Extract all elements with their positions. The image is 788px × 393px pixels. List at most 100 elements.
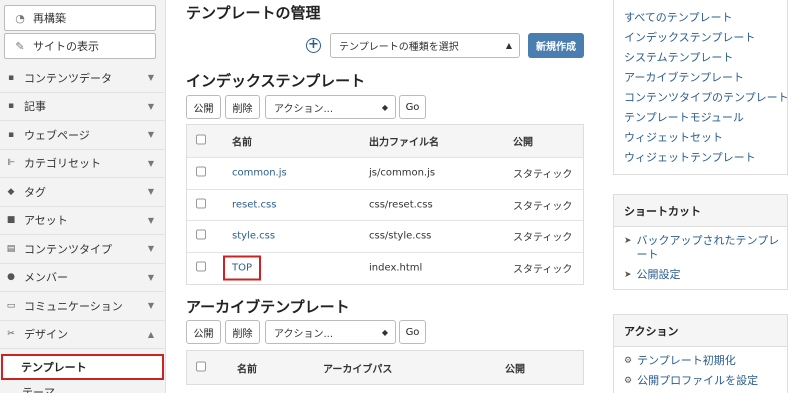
chevron-down-icon: ▼ — [147, 187, 154, 196]
chevron-right-circle-icon: ➤ — [624, 236, 632, 246]
row-checkbox[interactable] — [196, 166, 206, 180]
publish-type: スタティック — [513, 264, 573, 276]
column-header-name: 名前 — [232, 137, 252, 149]
category-icon: ⊩ — [7, 158, 15, 169]
template-name-link-top[interactable]: TOP — [223, 255, 262, 281]
link-all-templates[interactable]: すべてのテンプレート — [614, 8, 787, 28]
sidebar-item-category-sets[interactable]: ⊩ カテゴリセット ▼ — [0, 150, 166, 178]
table-row: reset.css css/reset.css スタティック — [187, 190, 583, 221]
row-checkbox[interactable] — [196, 261, 206, 275]
template-init-link[interactable]: ⚙ テンプレート初期化 — [614, 351, 787, 371]
select-all-checkbox[interactable] — [196, 134, 206, 148]
shortcut-title: ショートカット — [614, 195, 787, 227]
table-row: TOP index.html スタティック — [187, 253, 583, 285]
archive-delete-button[interactable]: 削除 — [225, 320, 260, 344]
table-row: common.js js/common.js スタティック — [187, 158, 583, 190]
sidebar-item-assets[interactable]: ■ アセット ▼ — [0, 207, 166, 235]
index-templates-title: インデックステンプレート — [186, 72, 366, 90]
user-icon: ● — [7, 272, 15, 283]
link-index-templates[interactable]: インデックステンプレート — [614, 28, 787, 48]
content-type-icon: ▤ — [6, 243, 16, 254]
publish-profile-link[interactable]: ⚙ 公開プロファイルを設定 — [614, 371, 787, 391]
index-go-button[interactable]: Go — [399, 95, 426, 119]
archive-action-select[interactable]: アクション... ◆ — [265, 320, 396, 344]
template-type-select-value: テンプレートの種類を選択 — [339, 42, 459, 53]
row-checkbox[interactable] — [196, 229, 206, 243]
sidebar-item-label: コンテンツデータ — [24, 71, 112, 85]
index-delete-button[interactable]: 削除 — [225, 95, 260, 119]
link-system-templates[interactable]: システムテンプレート — [614, 48, 787, 68]
chevron-down-icon: ▼ — [147, 73, 154, 82]
publish-type: スタティック — [513, 169, 573, 181]
template-init-label: テンプレート初期化 — [637, 354, 736, 367]
archive-publish-button[interactable]: 公開 — [186, 320, 221, 344]
link-widget-templates[interactable]: ウィジェットテンプレート — [614, 148, 787, 168]
sidebar-item-label: ウェブページ — [24, 128, 90, 142]
archive-go-button[interactable]: Go — [399, 320, 426, 344]
archive-action-select-value: アクション... — [274, 328, 334, 340]
index-templates-table: 名前 出力ファイル名 公開 common.js js/common.js スタテ… — [186, 124, 584, 285]
row-checkbox[interactable] — [196, 198, 206, 211]
sidebar-item-label: 記事 — [24, 100, 46, 114]
shortcut-publish-settings-link[interactable]: ➤ 公開設定 — [614, 265, 787, 285]
sidebar: ◔ 再構築 ✎ サイトの表示 ▪ コンテンツデータ ▼ ▪ 記事 ▼ ▪ ウェブ… — [0, 0, 166, 393]
link-archive-templates[interactable]: アーカイブテンプレート — [614, 68, 787, 88]
sidebar-subitem-themes[interactable]: テーマ — [22, 384, 55, 393]
rebuild-button[interactable]: ◔ 再構築 — [4, 5, 156, 31]
chevron-down-icon: ▼ — [147, 101, 154, 111]
sidebar-item-entries[interactable]: ▪ 記事 ▼ — [0, 93, 166, 121]
sidebar-item-content-types[interactable]: ▤ コンテンツタイプ ▼ — [0, 235, 166, 264]
select-all-checkbox[interactable] — [196, 361, 206, 374]
index-publish-button[interactable]: 公開 — [186, 95, 221, 119]
sidebar-item-pages[interactable]: ▪ ウェブページ ▼ — [0, 121, 166, 150]
sidebar-item-label: タグ — [24, 185, 46, 199]
sidebar-item-tags[interactable]: ◆ タグ ▼ — [0, 178, 166, 207]
rebuild-label: 再構築 — [33, 12, 66, 25]
shortcut-backup-link[interactable]: ➤ バックアップされたテンプレート — [614, 231, 787, 265]
view-site-label: サイトの表示 — [33, 40, 99, 53]
index-action-select-value: アクション... — [274, 103, 334, 115]
action-panel: アクション ⚙ テンプレート初期化 ⚙ 公開プロファイルを設定 — [613, 314, 788, 393]
template-name-link[interactable]: common.js — [232, 168, 287, 179]
edit-icon: ✎ — [15, 39, 25, 53]
sidebar-item-label: メンバー — [24, 271, 68, 285]
create-new-button[interactable]: 新規作成 — [528, 33, 584, 58]
sidebar-subitem-templates[interactable]: テンプレート — [1, 354, 164, 380]
template-name-link[interactable]: style.css — [232, 231, 275, 242]
link-widget-sets[interactable]: ウィジェットセット — [614, 128, 787, 148]
link-template-modules[interactable]: テンプレートモジュール — [614, 108, 787, 128]
template-name-link[interactable]: reset.css — [232, 199, 276, 210]
shortcut-publish-label: 公開設定 — [636, 268, 681, 281]
column-header-publish: 公開 — [513, 137, 533, 149]
view-site-button[interactable]: ✎ サイトの表示 — [4, 33, 156, 59]
template-type-select[interactable]: テンプレートの種類を選択 ▲ — [330, 33, 520, 58]
sidebar-item-label: コンテンツタイプ — [24, 242, 112, 256]
sidebar-item-content-data[interactable]: ▪ コンテンツデータ ▼ — [0, 64, 166, 93]
publish-profile-label: 公開プロファイルを設定 — [637, 374, 759, 387]
chevron-up-icon: ▲ — [147, 329, 154, 339]
add-circle-icon[interactable]: + — [306, 38, 321, 53]
index-action-select[interactable]: アクション... ◆ — [265, 95, 396, 119]
rebuild-icon: ◔ — [15, 11, 25, 25]
chevron-down-icon: ▼ — [147, 158, 154, 168]
column-header-name: 名前 — [237, 364, 257, 375]
column-header-publish: 公開 — [505, 364, 525, 375]
chevron-down-icon: ▼ — [147, 301, 154, 310]
chevron-down-icon: ▼ — [147, 244, 154, 253]
link-content-type-templates[interactable]: コンテンツタイプのテンプレート — [614, 88, 788, 108]
entries-icon: ▪ — [7, 101, 15, 112]
sidebar-item-label: デザイン — [24, 328, 68, 342]
sidebar-item-communication[interactable]: ▭ コミュニケーション ▼ — [0, 292, 166, 321]
archive-templates-table: 名前 アーカイブパス 公開 — [186, 350, 584, 385]
shortcut-backup-label: バックアップされたテンプレート — [636, 234, 780, 261]
template-type-bar: + テンプレートの種類を選択 ▲ 新規作成 — [306, 33, 586, 58]
publish-type: スタティック — [513, 232, 573, 244]
pages-icon: ▪ — [7, 129, 15, 140]
output-file: index.html — [369, 262, 423, 274]
sidebar-item-design[interactable]: ✂ デザイン ▲ — [0, 321, 166, 349]
gear-icon: ⚙ — [624, 356, 633, 366]
comment-icon: ▭ — [6, 300, 16, 311]
sidebar-item-members[interactable]: ● メンバー ▼ — [0, 264, 166, 292]
gear-icon: ⚙ — [624, 376, 633, 386]
tag-icon: ◆ — [7, 186, 15, 197]
